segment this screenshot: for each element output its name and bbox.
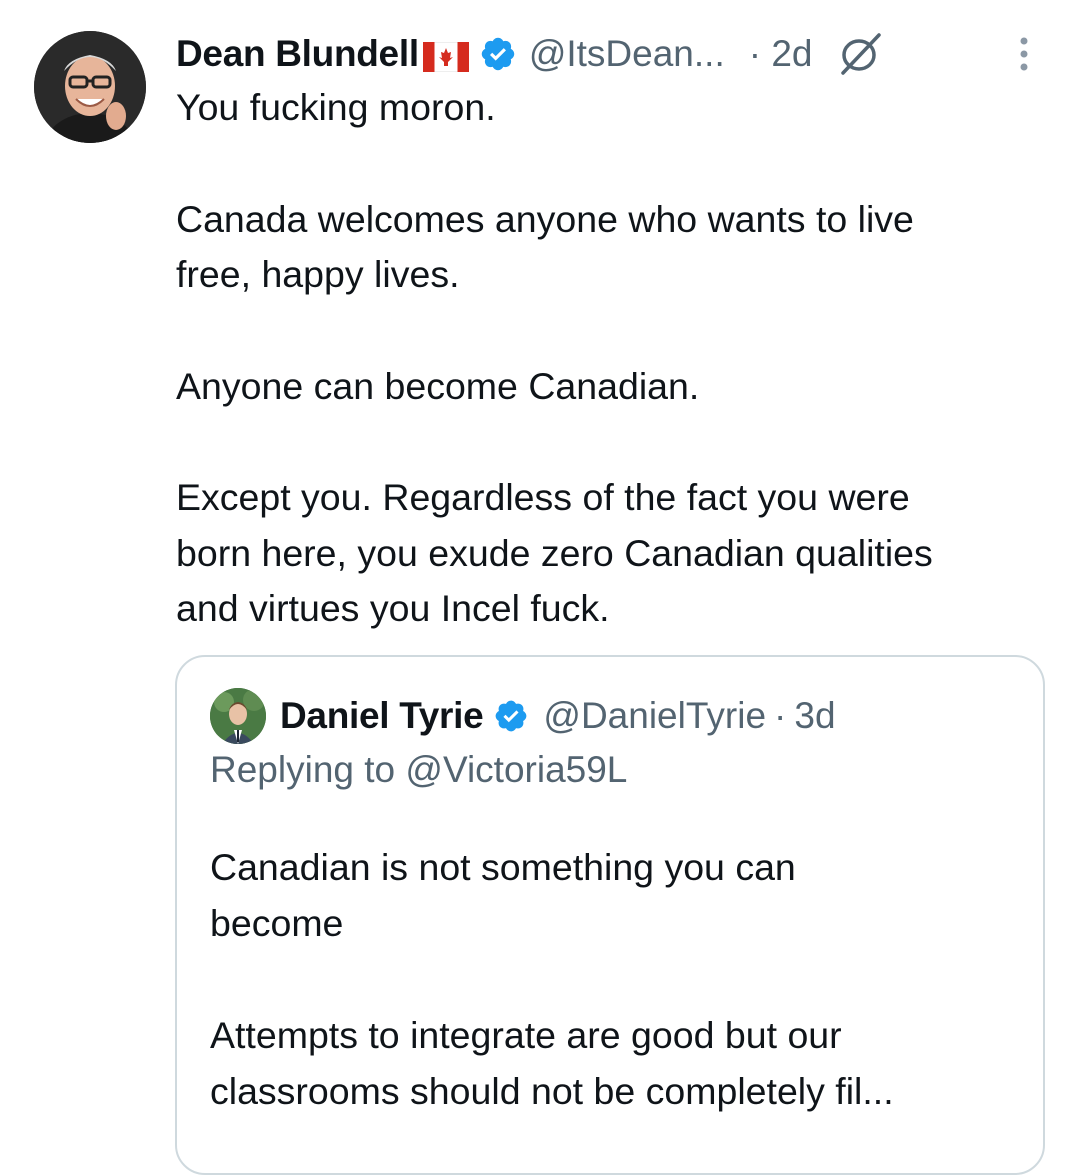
tweet-paragraph: Canada welcomes anyone who wants to live… <box>176 197 914 296</box>
verified-badge-icon <box>481 37 515 71</box>
tweet-paragraph: You fucking moron. <box>176 86 496 128</box>
tweet-header: Dean Blundell @ItsDean... · 2d <box>176 26 1056 82</box>
canada-flag-icon <box>422 39 470 73</box>
tweet-paragraph: Anyone can become Canadian. <box>176 364 700 407</box>
author-handle[interactable]: @ItsDean... <box>529 33 725 75</box>
verified-badge-icon <box>496 700 527 732</box>
tweet-text: You fucking moron. Canada welcomes anyon… <box>176 80 1056 637</box>
quoted-tweet-text: Canadian is not something you can become… <box>210 839 894 1119</box>
quoted-timestamp[interactable]: 3d <box>794 695 835 737</box>
author-name[interactable]: Dean Blundell <box>176 33 419 75</box>
author-avatar[interactable] <box>34 31 146 143</box>
tweet-paragraph: Except you. Regardless of the fact you w… <box>176 476 933 629</box>
separator-dot: · <box>774 695 787 736</box>
tweet-timestamp[interactable]: · 2d <box>749 33 813 75</box>
quoted-paragraph: Attempts to integrate are good but our c… <box>210 1014 894 1112</box>
quoted-paragraph: Canadian is not something you can become <box>210 846 796 944</box>
replying-to[interactable]: Replying to @Victoria59L <box>210 749 627 791</box>
quoted-tweet-card[interactable]: Daniel Tyrie @DanielTyrie · 3d Replying … <box>175 655 1045 1175</box>
more-options-icon[interactable] <box>1009 33 1039 75</box>
quoted-author-avatar[interactable] <box>210 688 266 744</box>
quoted-author-name[interactable]: Daniel Tyrie <box>280 695 484 737</box>
hidden-reply-icon <box>840 33 881 75</box>
quoted-tweet-header: Daniel Tyrie @DanielTyrie · 3d <box>210 687 836 745</box>
quoted-author-handle[interactable]: @DanielTyrie <box>543 695 766 737</box>
